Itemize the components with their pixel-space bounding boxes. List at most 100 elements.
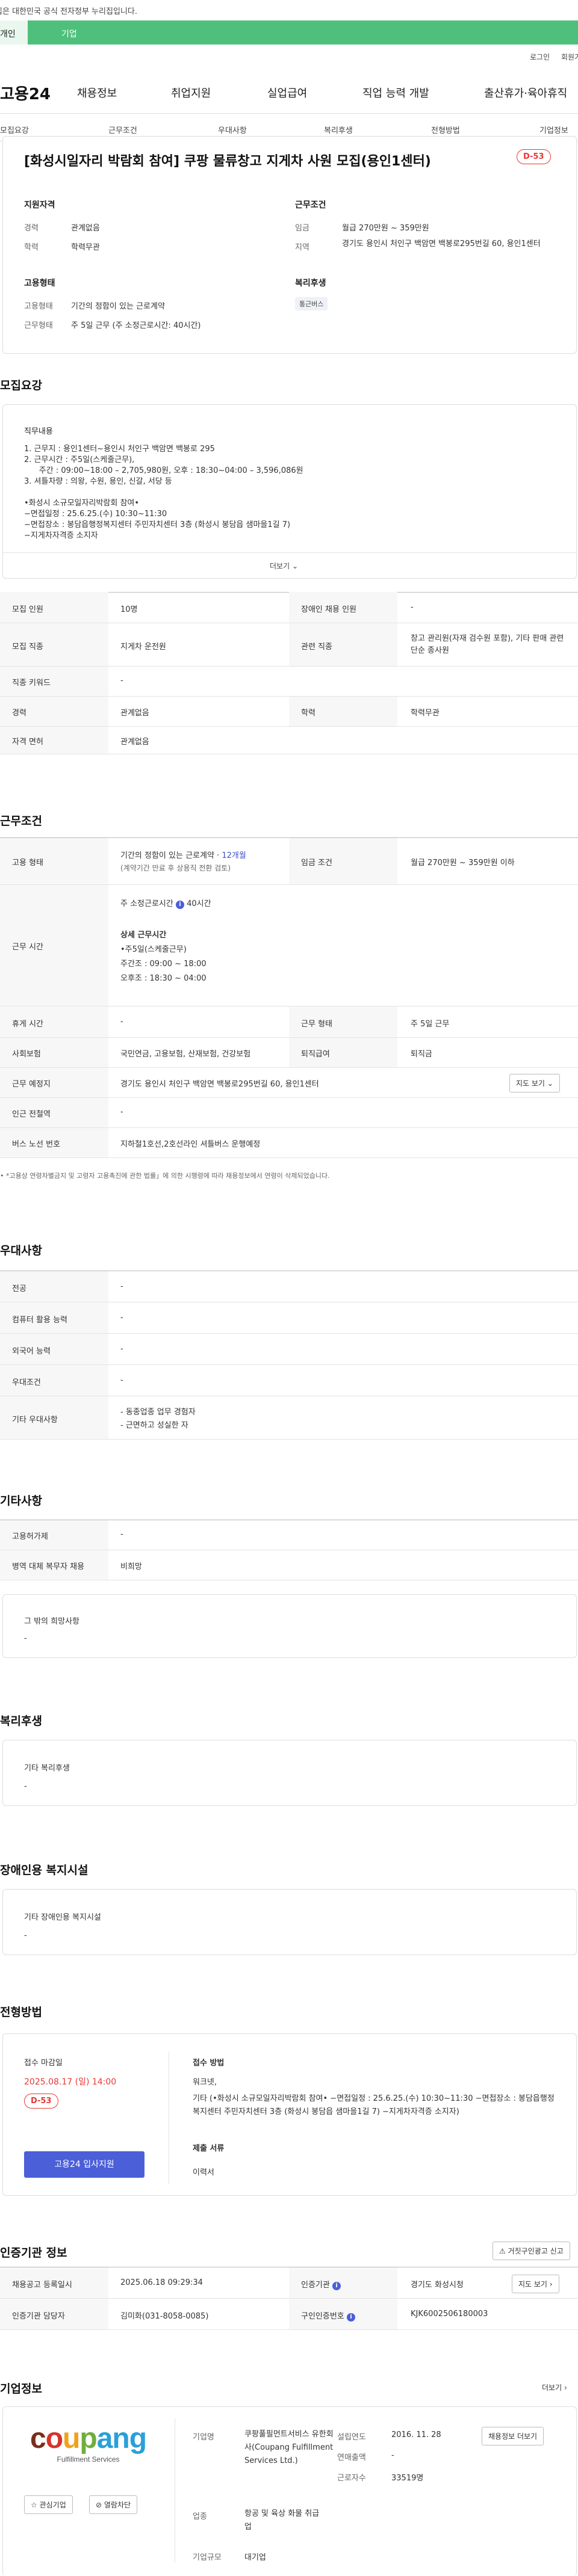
gnb-parental-leave[interactable]: 출산휴가·육아휴직 [484, 85, 567, 100]
dday-badge: D-53 [517, 149, 551, 164]
career-label: 경력 [24, 224, 39, 233]
cell-value: - [120, 1282, 123, 1291]
site-logo[interactable]: 고용24 [0, 82, 51, 104]
lnb-recruit[interactable]: 모집요강 [0, 124, 29, 135]
gnb-vocational-training[interactable]: 직업 능력 개발 [362, 85, 429, 100]
cell-value: - [120, 1376, 123, 1385]
table-row: 기타 우대사항 - 동종업종 업무 경험자 - 근면하고 성실한 자 [0, 1396, 578, 1440]
map-button[interactable]: 지도 보기 ⌄ [509, 1074, 560, 1092]
signup-link[interactable]: 회원가입 [561, 52, 578, 62]
tab-personal[interactable]: 개인 [0, 20, 28, 45]
map-button-label: 지도 보기 [516, 1079, 545, 1088]
info-icon[interactable]: i [332, 2282, 341, 2290]
support-title: 지원자격 [24, 200, 55, 210]
table-row: 근무 예정지 경기도 용인시 처인구 백암면 백봉로295번길 60, 용인1센… [0, 1068, 578, 1098]
hours-head: 주 소정근로시간 i 40시간 [120, 897, 211, 909]
divider [0, 113, 578, 114]
table-row: 고용허가제 - [0, 1520, 578, 1550]
ind-value: 항공 및 육상 화물 취급업 [244, 2509, 320, 2531]
info-icon[interactable]: i [346, 2313, 355, 2322]
org-map-button[interactable]: 지도 보기 › [512, 2275, 559, 2293]
cell-value: - [120, 1108, 123, 1117]
eye-off-icon: ⊘ [96, 2501, 102, 2509]
cell-value: - [411, 603, 414, 612]
edu-label: 학력 [24, 243, 39, 252]
tab-business-label: 기업 [61, 29, 77, 39]
login-link[interactable]: 로그인 [530, 52, 550, 62]
year-label: 설립연도 [337, 2433, 366, 2442]
cell-value: 관계없음 [120, 709, 149, 718]
emp-label: 고용형태 [24, 302, 53, 311]
fav-company-button[interactable]: ☆ 관심기업 [24, 2495, 73, 2514]
docs-label: 제출 서류 [193, 2144, 225, 2153]
size-value: 대기업 [244, 2553, 266, 2562]
table-row: 모집 인원 10명 장애인 채용 인원 - [0, 592, 578, 623]
lnb-welfare[interactable]: 복리후생 [324, 124, 353, 135]
divider [2, 552, 577, 553]
cell-label: 구인인증번호 i [301, 2309, 355, 2322]
gov-banner-text: 이 누리집은 대한민국 공식 전자정부 누리집입니다. [0, 7, 137, 16]
sales-value: - [391, 2451, 394, 2460]
cell-value: 비희망 [120, 1562, 142, 1571]
cell-label: 근무 예정지 [12, 1080, 51, 1089]
cell-label: 병역 대체 복무자 채용 [12, 1562, 85, 1571]
job-line: •화성시 소규모일자리박람회 참여• [24, 499, 140, 508]
cell-label: 근무 시간 [12, 943, 43, 952]
gnb-unemployment-benefit[interactable]: 실업급여 [267, 85, 307, 100]
recruit-table: 모집 인원 10명 장애인 채용 인원 - 모집 직종 지게차 운전원 관련 직… [0, 592, 578, 754]
star-icon: ☆ [31, 2501, 37, 2509]
more-label: 더보기 [270, 562, 290, 570]
welfare-label: 기타 복리후생 [24, 1764, 70, 1773]
deadline-label: 접수 마감일 [24, 2059, 63, 2068]
page-title: [화성시일자리 박람회 참여] 쿠팡 물류창고 지게차 사원 모집(용인1센터) [24, 154, 431, 169]
table-row: 사회보험 국민연금, 고용보험, 산재보험, 건강보험 퇴직급여 퇴직금 [0, 1038, 578, 1068]
lnb-conditions[interactable]: 근무조건 [108, 124, 137, 135]
hours-detail-title: 상세 근무시간 [120, 931, 167, 940]
cell-label: 임금 조건 [301, 858, 332, 867]
report-button[interactable]: ⚠ 거짓구인광고 신고 [493, 2242, 570, 2260]
gnb-jobs[interactable]: 채용정보 [77, 85, 117, 100]
cell-label: 직종 키워드 [12, 679, 51, 688]
job-line-spacer [24, 487, 554, 498]
info-icon[interactable]: i [176, 901, 184, 909]
cell-label: 근무 형태 [301, 1020, 332, 1029]
hours-head-label: 주 소정근로시간 [120, 899, 173, 908]
tab-personal-label: 개인 [0, 29, 16, 39]
hours-detail: 상세 근무시간 •주5일(스케줄근무) 주간조 : 09:00 ~ 18:00 … [120, 928, 207, 986]
job-desc-title: 직무내용 [24, 427, 53, 436]
cell-value: - [120, 1017, 123, 1026]
cell-value: - [120, 1530, 123, 1539]
section-other: 기타사항 [0, 1494, 42, 1508]
gnb-employment-support[interactable]: 취업지원 [171, 85, 211, 100]
table-row: 채용공고 등록일시 2025.06.18 09:29:34 인증기관 i 경기도… [0, 2267, 578, 2299]
table-row: 전공 - [0, 1271, 578, 1302]
cell-value: 퇴직금 [411, 1050, 432, 1059]
company-jobs-button[interactable]: 채용정보 더보기 [482, 2427, 544, 2445]
cell-value: - 동종업종 업무 경험자 - 근면하고 성실한 자 [120, 1406, 196, 1432]
disabled-value: - [24, 1931, 27, 1940]
lnb-process[interactable]: 전형방법 [431, 124, 460, 135]
lnb-preference[interactable]: 우대사항 [218, 124, 247, 135]
cell-label: 전공 [12, 1284, 26, 1293]
company-more-link[interactable]: 더보기 › [542, 2382, 567, 2393]
cell-value: 주 5일 근무 [411, 1020, 450, 1029]
tab-business[interactable]: 기업 [55, 20, 77, 45]
table-row: 인증기관 담당자 김미화(031-8058-0085) 구인인증번호 i KJK… [0, 2299, 578, 2330]
section-cert: 인증기관 정보 [0, 2246, 67, 2260]
cell-label: 경력 [12, 709, 26, 718]
table-row: 컴퓨터 활용 능력 - [0, 1302, 578, 1334]
more-button[interactable]: 더보기 ⌄ [270, 561, 298, 571]
pref-line: - 근면하고 성실한 자 [120, 1421, 188, 1430]
edu-value: 학력무관 [71, 243, 100, 252]
cell-label: 외국어 능력 [12, 1347, 51, 1356]
ind-label: 업종 [193, 2512, 207, 2521]
lnb-company[interactable]: 기업정보 [539, 124, 568, 135]
cell-label: 인증기관 담당자 [12, 2312, 65, 2321]
apply-button[interactable]: 고용24 입사지원 [24, 2151, 144, 2178]
cell-value: 월급 270만원 ~ 359만원 이하 [411, 858, 515, 867]
org-label: 인증기관 [301, 2281, 330, 2290]
cell-value: 지하철1호선,2호선라인 셔틀버스 운행예정 [120, 1140, 261, 1149]
block-button[interactable]: ⊘ 열람차단 [89, 2495, 138, 2514]
wage-label: 임금 [295, 224, 309, 233]
cell-value: 관계없음 [120, 738, 149, 747]
